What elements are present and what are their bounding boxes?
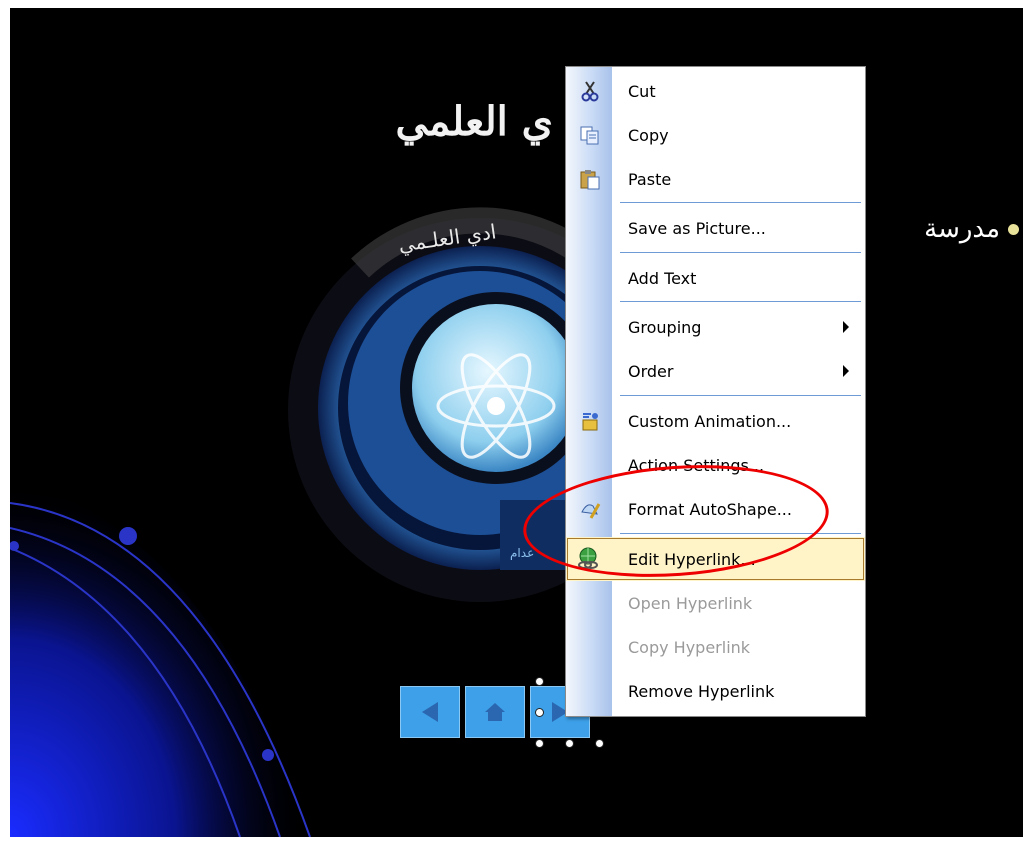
menu-separator (620, 395, 861, 396)
menu-label: Order (628, 361, 674, 381)
resize-handle-top-left[interactable] (535, 677, 544, 686)
menu-label: Copy Hyperlink (628, 637, 751, 657)
menu-label: Cut (628, 81, 656, 101)
scissors-icon (576, 77, 604, 105)
context-menu: Cut Copy Paste Save as Picture... Add Te… (565, 66, 866, 717)
bullet-label: مدرسة (924, 214, 1000, 244)
menu-separator (620, 202, 861, 203)
menu-label: Remove Hyperlink (628, 681, 775, 701)
menu-label: Paste (628, 169, 672, 189)
menu-label: Copy (628, 125, 669, 145)
menu-item-copy[interactable]: Copy (566, 113, 865, 157)
menu-label: Open Hyperlink (628, 593, 753, 613)
menu-separator (620, 252, 861, 253)
slide-title: ي العلمي (395, 98, 553, 145)
menu-item-format-autoshape[interactable]: Format AutoShape... (566, 487, 865, 531)
menu-label: Grouping (628, 317, 702, 337)
menu-item-cut[interactable]: Cut (566, 69, 865, 113)
submenu-arrow-icon (843, 321, 849, 333)
menu-item-action-settings[interactable]: Action Settings... (566, 443, 865, 487)
menu-label: Save as Picture... (628, 218, 766, 238)
resize-handle-left[interactable] (535, 708, 544, 717)
menu-label: Edit Hyperlink... (628, 549, 756, 569)
menu-item-order[interactable]: Order (566, 349, 865, 393)
menu-item-paste[interactable]: Paste (566, 157, 865, 201)
back-button[interactable] (400, 686, 460, 738)
menu-label: Action Settings... (628, 455, 765, 475)
slide-canvas: ي العلمي مدرسة ادي العلـمي عدام (10, 8, 1023, 837)
menu-label: Custom Animation... (628, 411, 792, 431)
paste-icon (576, 165, 604, 193)
submenu-arrow-icon (843, 365, 849, 377)
menu-label: Add Text (628, 268, 697, 288)
home-button[interactable] (465, 686, 525, 738)
menu-label: Format AutoShape... (628, 499, 792, 519)
menu-item-copy-hyperlink[interactable]: Copy Hyperlink (566, 625, 865, 669)
bullet-dot (1008, 224, 1019, 235)
home-icon (485, 703, 505, 721)
custom-animation-icon (576, 407, 604, 435)
menu-item-grouping[interactable]: Grouping (566, 305, 865, 349)
hyperlink-globe-icon (576, 545, 604, 573)
menu-item-save-as-picture[interactable]: Save as Picture... (566, 206, 865, 250)
menu-item-custom-animation[interactable]: Custom Animation... (566, 399, 865, 443)
format-autoshape-icon (576, 495, 604, 523)
back-arrow-icon (422, 702, 438, 722)
logo-caption: عدام (510, 546, 535, 560)
menu-item-open-hyperlink[interactable]: Open Hyperlink (566, 581, 865, 625)
resize-handle-bottom-left[interactable] (535, 739, 544, 748)
menu-item-edit-hyperlink[interactable]: Edit Hyperlink... (566, 537, 865, 581)
menu-separator (620, 533, 861, 534)
copy-icon (576, 121, 604, 149)
menu-item-remove-hyperlink[interactable]: Remove Hyperlink (566, 669, 865, 713)
menu-item-add-text[interactable]: Add Text (566, 256, 865, 300)
bullet-text: مدرسة (924, 214, 1019, 244)
resize-handle-bottom-right[interactable] (595, 739, 604, 748)
resize-handle-bottom[interactable] (565, 739, 574, 748)
menu-separator (620, 301, 861, 302)
